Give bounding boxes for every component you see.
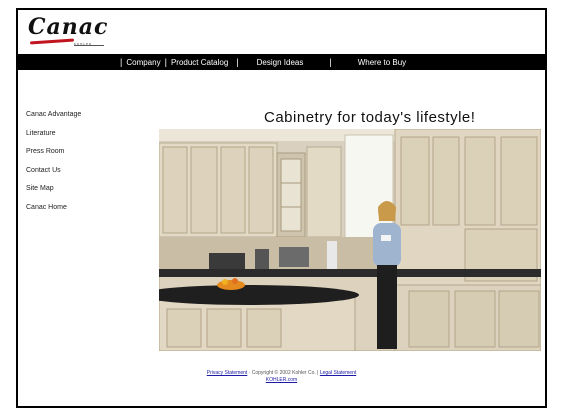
privacy-statement-link[interactable]: Privacy Statement: [207, 370, 248, 376]
nav-item-where-to-buy[interactable]: Where to Buy: [358, 58, 406, 67]
canac-logo[interactable]: Canac KOHLER: [26, 14, 121, 54]
kohler-link[interactable]: KOHLER.com: [266, 377, 297, 383]
sidebar-nav: Canac Advantage Literature Press Room Co…: [26, 110, 136, 221]
page-frame: Canac KOHLER | Company | Product Catalog…: [16, 8, 547, 408]
nav-separator: |: [164, 57, 167, 67]
top-nav-bar: | Company | Product Catalog | Design Ide…: [18, 54, 545, 70]
logo-underline: [74, 45, 104, 46]
nav-separator: |: [236, 57, 239, 67]
nav-separator: |: [329, 57, 332, 67]
kitchen-photo: [159, 129, 541, 351]
sidebar-item-literature[interactable]: Literature: [26, 129, 136, 148]
sidebar-item-contact-us[interactable]: Contact Us: [26, 166, 136, 185]
sidebar-item-site-map[interactable]: Site Map: [26, 184, 136, 203]
nav-item-company[interactable]: Company: [126, 58, 160, 67]
footer: Privacy Statement · Copyright © 2002 Koh…: [18, 370, 545, 384]
nav-item-design-ideas[interactable]: Design Ideas: [257, 58, 304, 67]
kitchen-illustration: [159, 129, 541, 351]
sidebar-item-press-room[interactable]: Press Room: [26, 147, 136, 166]
footer-line-2: KOHLER.com: [18, 377, 545, 384]
nav-separator: |: [120, 57, 123, 67]
page-tagline: Cabinetry for today's lifestyle!: [264, 109, 476, 126]
copyright-text: · Copyright © 2002 Kohler Co. |: [248, 370, 319, 376]
sidebar-item-canac-home[interactable]: Canac Home: [26, 203, 136, 222]
logo-text: Canac: [28, 14, 109, 40]
legal-statement-link[interactable]: Legal Statement: [320, 370, 356, 376]
sidebar-item-canac-advantage[interactable]: Canac Advantage: [26, 110, 136, 129]
footer-line-1: Privacy Statement · Copyright © 2002 Koh…: [18, 370, 545, 377]
nav-item-product-catalog[interactable]: Product Catalog: [171, 58, 228, 67]
